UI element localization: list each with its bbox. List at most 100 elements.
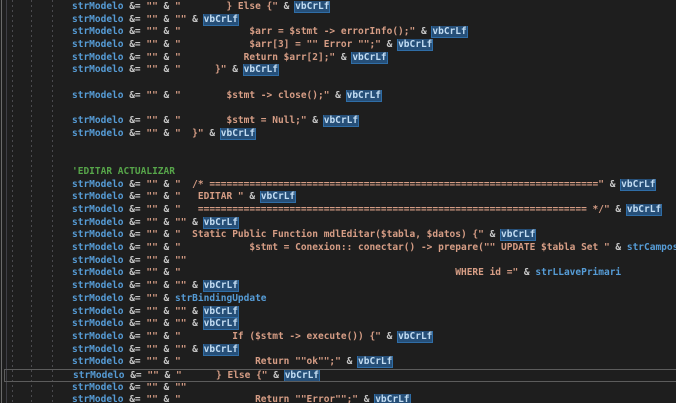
code-line[interactable]: strModelo &= "" & "" & vbCrLf <box>0 217 676 230</box>
code-line[interactable]: strModelo &= "" & " }" & vbCrLf <box>0 128 676 141</box>
operator-token: &= <box>123 26 146 37</box>
code-line[interactable]: strModelo &= "" & " }" & vbCrLf <box>0 64 676 77</box>
operator-token: & <box>610 204 627 215</box>
code-line[interactable] <box>0 141 676 154</box>
code-line[interactable]: strModelo &= "" & " If ($stmt -> execute… <box>0 331 676 344</box>
vbcrlf-highlight: vbCrLf <box>221 128 255 139</box>
identifier-token: strBindingUpdate <box>175 293 267 304</box>
operator-token: & <box>158 64 175 75</box>
string-token: "" <box>146 306 157 317</box>
code-line[interactable]: strModelo &= "" & " Return ""ok"";" & vb… <box>0 356 676 369</box>
vbcrlf-highlight: vbCrLf <box>352 52 386 63</box>
code-line[interactable]: strModelo &= "" & " Static Public Functi… <box>0 229 676 242</box>
vbcrlf-highlight: vbCrLf <box>285 370 319 381</box>
code-area[interactable]: strModelo &= "" & " } Else {" & vbCrLfst… <box>0 1 676 403</box>
operator-token: & <box>158 242 175 253</box>
code-line[interactable]: strModelo &= "" & " $stmt = Conexion:: c… <box>0 242 676 255</box>
string-token: " Return $arr[2];" <box>175 52 335 63</box>
string-token: " $stmt = Null;" <box>175 115 307 126</box>
vbcrlf-highlight: vbCrLf <box>261 191 295 202</box>
code-line[interactable]: strModelo &= "" & " EDITAR " & vbCrLf <box>0 191 676 204</box>
operator-token: &= <box>123 64 146 75</box>
code-line[interactable]: strModelo &= "" & " ====================… <box>0 204 676 217</box>
code-line[interactable]: strModelo &= "" & "" & vbCrLf <box>0 344 676 357</box>
string-token: " ======================================… <box>175 204 610 215</box>
identifier-token: strModelo <box>72 128 123 139</box>
operator-token: & <box>158 90 175 101</box>
operator-token: &= <box>123 331 146 342</box>
operator-token: &= <box>123 217 146 228</box>
operator-token: & <box>159 370 176 381</box>
operator-token: & <box>381 331 398 342</box>
operator-token: &= <box>123 356 146 367</box>
code-line[interactable]: strModelo &= "" & " Return ""Error"";" &… <box>0 394 676 403</box>
string-token: "" <box>175 217 186 228</box>
code-line[interactable] <box>0 103 676 116</box>
identifier-token: strModelo <box>72 26 123 37</box>
identifier-token: strModelo <box>72 39 123 50</box>
code-line[interactable] <box>0 153 676 166</box>
operator-token: & <box>244 191 261 202</box>
vbcrlf-highlight: vbCrLf <box>347 90 381 101</box>
current-code-line[interactable]: strModelo &= "" & " } Else {" & vbCrLf <box>4 369 676 382</box>
code-line[interactable]: strModelo &= "" & "" & vbCrLf <box>0 280 676 293</box>
code-line[interactable] <box>0 77 676 90</box>
string-token: "" <box>146 242 157 253</box>
code-line[interactable]: strModelo &= "" & "" & vbCrLf <box>0 14 676 27</box>
string-token: "" <box>146 64 157 75</box>
string-token: "" <box>146 14 157 25</box>
operator-token: & <box>158 52 175 63</box>
code-line[interactable]: strModelo &= "" & "" & vbCrLf <box>0 318 676 331</box>
string-token: "" <box>146 229 157 240</box>
identifier-token: strModelo <box>72 344 123 355</box>
string-token: "" <box>175 306 186 317</box>
operator-token: & <box>604 179 621 190</box>
identifier-token: strModelo <box>72 179 123 190</box>
code-line[interactable]: strModelo &= "" & " } Else {" & vbCrLf <box>0 1 676 14</box>
string-token: "" <box>146 115 157 126</box>
operator-token: &= <box>123 255 146 266</box>
operator-token: &= <box>123 306 146 317</box>
code-line[interactable]: strModelo &= "" & " $stmt = Null;" & vbC… <box>0 115 676 128</box>
string-token: "" <box>146 382 157 393</box>
vbcrlf-highlight: vbCrLf <box>398 39 432 50</box>
operator-token: & <box>158 344 175 355</box>
operator-token: & <box>335 52 352 63</box>
vbcrlf-highlight: vbCrLf <box>204 280 238 291</box>
operator-token: &= <box>123 52 146 63</box>
string-token: " Return ""Error"";" <box>175 394 358 403</box>
operator-token: & <box>158 356 175 367</box>
code-line[interactable]: strModelo &= "" & " /* =================… <box>0 179 676 192</box>
operator-token: & <box>329 90 346 101</box>
vbcrlf-highlight: vbCrLf <box>358 356 392 367</box>
string-token: "" <box>146 255 157 266</box>
operator-token: & <box>358 394 375 403</box>
string-token: "" <box>146 293 157 304</box>
string-token: "" <box>146 1 157 12</box>
operator-token: & <box>158 191 175 202</box>
operator-token: &= <box>123 115 146 126</box>
vbcrlf-highlight: vbCrLf <box>621 179 655 190</box>
string-token: " /* ===================================… <box>175 179 604 190</box>
string-token: "" <box>175 344 186 355</box>
operator-token: & <box>158 267 175 278</box>
string-token: " $stmt = Conexion:: conectar() -> prepa… <box>175 242 610 253</box>
code-line[interactable]: strModelo &= "" & strBindingUpdate <box>0 293 676 306</box>
operator-token: & <box>158 382 175 393</box>
identifier-token: strModelo <box>72 1 123 12</box>
code-line[interactable]: strModelo &= "" & "" <box>0 255 676 268</box>
operator-token: &= <box>123 128 146 139</box>
operator-token: & <box>268 370 285 381</box>
vbcrlf-highlight: vbCrLf <box>324 115 358 126</box>
string-token: " $stmt -> close();" <box>175 90 329 101</box>
code-line[interactable]: strModelo &= "" & " $arr = $stmt -> erro… <box>0 26 676 39</box>
code-line[interactable]: strModelo &= "" & "" <box>0 382 676 395</box>
code-line[interactable]: 'EDITAR ACTUALIZAR <box>0 166 676 179</box>
operator-token: & <box>204 128 221 139</box>
code-line[interactable]: strModelo &= "" & " WHERE id =" & strLLa… <box>0 267 676 280</box>
operator-token: & <box>518 267 535 278</box>
code-line[interactable]: strModelo &= "" & " $stmt -> close();" &… <box>0 90 676 103</box>
code-line[interactable]: strModelo &= "" & "" & vbCrLf <box>0 306 676 319</box>
code-line[interactable]: strModelo &= "" & " Return $arr[2];" & v… <box>0 52 676 65</box>
code-line[interactable]: strModelo &= "" & " $arr[3] = "" Error "… <box>0 39 676 52</box>
